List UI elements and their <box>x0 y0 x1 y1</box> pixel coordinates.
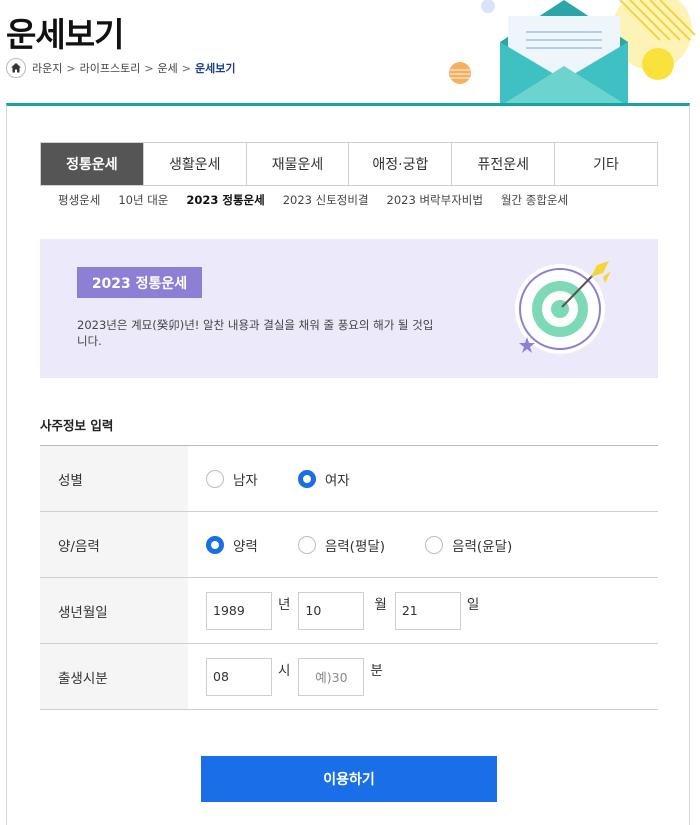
month-unit: 월 <box>374 596 387 613</box>
birthtime-label: 출생시분 <box>40 644 188 709</box>
fortune-panel: 정통운세 생활운세 재물운세 애정·궁합 퓨전운세 기타 평생운세 10년 대운… <box>6 103 690 825</box>
fortune-banner: 2023 정통운세 2023년은 계묘(癸卯)년! 알찬 내용과 결실을 채워 … <box>40 239 658 378</box>
radio-lunar-normal-label: 음력(평달) <box>324 538 386 555</box>
target-icon <box>515 261 611 354</box>
radio-lunar-leap-label: 음력(윤달) <box>452 538 513 555</box>
birth-hour-input[interactable]: 08 <box>206 657 272 696</box>
submit-button[interactable]: 이용하기 <box>201 756 497 802</box>
form-row-birthdate: 생년월일 1989 년 10 월 21 일 <box>40 578 658 644</box>
radio-female-label: 여자 <box>324 472 350 489</box>
form-row-birthtime: 출생시분 08 시 예)30 분 <box>40 644 658 710</box>
calendar-label: 양/음력 <box>40 512 188 577</box>
breadcrumb-item-fortune[interactable]: 운세 <box>158 60 178 76</box>
birth-year-input[interactable]: 1989 <box>206 591 272 630</box>
radio-male[interactable]: 남자 <box>206 469 258 489</box>
sub-tabs: 평생운세 10년 대운 2023 정통운세 2023 신토정비결 2023 벼락… <box>58 192 568 208</box>
birth-minute-input[interactable]: 예)30 <box>298 657 365 696</box>
form-row-calendar: 양/음력 양력 음력(평달) 음력(윤달) <box>40 512 658 578</box>
calendar-field: 양력 음력(평달) 음력(윤달) <box>188 512 658 577</box>
category-tabs: 정통운세 생활운세 재물운세 애정·궁합 퓨전운세 기타 <box>40 142 658 186</box>
breadcrumb-separator: > <box>144 61 154 75</box>
subtab-2023-rich[interactable]: 2023 벼락부자비법 <box>387 192 483 208</box>
breadcrumb-item-lifestory[interactable]: 라이프스토리 <box>80 60 141 76</box>
birthdate-field: 1989 년 10 월 21 일 <box>188 578 658 643</box>
radio-lunar-normal[interactable]: 음력(평달) <box>297 535 386 555</box>
radio-lunar-leap[interactable]: 음력(윤달) <box>425 535 512 555</box>
tab-life[interactable]: 생활운세 <box>143 143 247 185</box>
year-unit: 년 <box>278 596 291 613</box>
radio-unchecked-icon <box>297 535 316 554</box>
breadcrumb-item-current: 운세보기 <box>195 62 236 75</box>
subtab-10year[interactable]: 10년 대운 <box>118 192 168 208</box>
tab-traditional[interactable]: 정통운세 <box>41 143 144 185</box>
section-title: 사주정보 입력 <box>40 418 114 433</box>
gender-label: 성별 <box>40 446 188 511</box>
breadcrumb-separator: > <box>181 61 192 75</box>
form-row-gender: 성별 남자 여자 <box>40 446 658 512</box>
day-unit: 일 <box>466 596 480 613</box>
subtab-2023-traditional[interactable]: 2023 정통운세 <box>186 192 264 208</box>
birth-month-input[interactable]: 10 <box>298 591 365 630</box>
subtab-2023-tojeong[interactable]: 2023 신토정비결 <box>283 192 369 208</box>
radio-female[interactable]: 여자 <box>297 469 350 489</box>
banner-badge: 2023 정통운세 <box>77 267 202 298</box>
subtab-monthly[interactable]: 월간 종합운세 <box>501 192 568 208</box>
minute-unit: 분 <box>370 662 383 679</box>
radio-checked-icon <box>297 469 316 488</box>
gender-field: 남자 여자 <box>188 446 658 511</box>
radio-male-label: 남자 <box>233 472 258 489</box>
breadcrumb-item-lounge[interactable]: 라운지 <box>32 60 62 76</box>
radio-solar-label: 양력 <box>233 538 258 555</box>
breadcrumb-separator: > <box>66 61 76 75</box>
radio-unchecked-icon <box>206 469 224 488</box>
tab-love[interactable]: 애정·궁합 <box>349 143 453 185</box>
tab-wealth[interactable]: 재물운세 <box>246 143 350 185</box>
subtab-lifetime[interactable]: 평생운세 <box>58 192 100 208</box>
hour-unit: 시 <box>278 662 291 679</box>
radio-solar[interactable]: 양력 <box>206 535 258 555</box>
breadcrumb: 라운지 > 라이프스토리 > 운세 > 운세보기 <box>6 58 236 78</box>
birthtime-field: 08 시 예)30 분 <box>188 644 658 709</box>
page-title: 운세보기 <box>6 15 124 54</box>
envelope-illustration <box>449 0 696 106</box>
tab-etc[interactable]: 기타 <box>555 143 657 185</box>
birth-day-input[interactable]: 21 <box>394 591 461 630</box>
tab-fusion[interactable]: 퓨전운세 <box>452 143 556 185</box>
home-icon[interactable] <box>6 58 26 78</box>
birthdate-label: 생년월일 <box>40 578 188 643</box>
saju-form: 성별 남자 여자 양/음력 양력 음력(평달) 음력(윤달) 생년월일 1989… <box>40 445 658 710</box>
radio-unchecked-icon <box>425 535 444 554</box>
banner-description: 2023년은 계묘(癸卯)년! 알찬 내용과 결실을 채워 줄 풍요의 해가 될… <box>77 318 434 349</box>
radio-checked-icon <box>206 535 224 554</box>
